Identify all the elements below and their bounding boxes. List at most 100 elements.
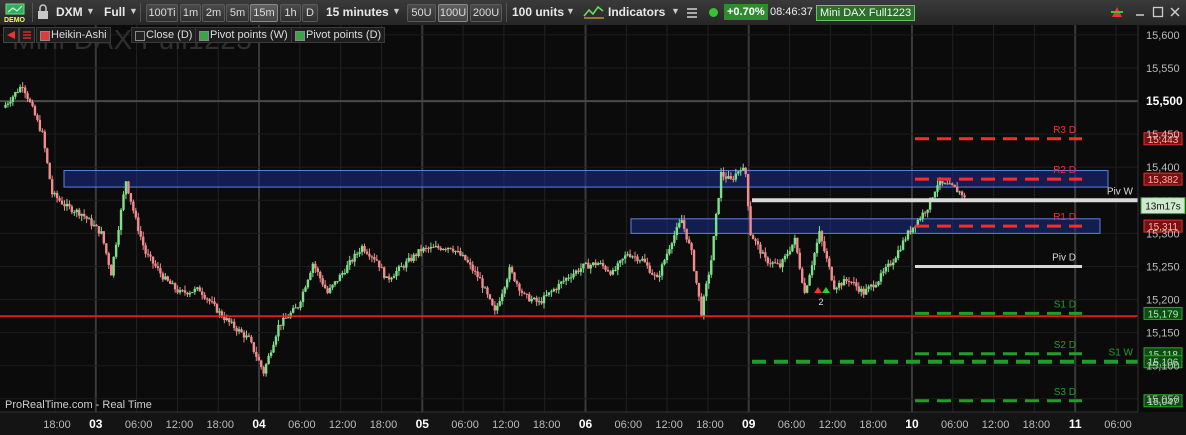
candle-body (156, 266, 160, 269)
y-tick-label: 15,150 (1146, 328, 1180, 340)
tick-button-15m[interactable]: 15m (250, 4, 278, 22)
chevron-down-icon[interactable]: ▼ (86, 6, 95, 16)
candle-body (181, 290, 184, 292)
symbol-select[interactable]: DXM (56, 3, 83, 21)
candle-body (594, 262, 597, 266)
candle-body (299, 301, 302, 308)
tick-button-100ti[interactable]: 100Ti (146, 4, 178, 22)
candle-body (628, 254, 632, 257)
unit-button-50u[interactable]: 50U (407, 4, 436, 22)
candle-body (523, 292, 526, 294)
pivot-label: R1 D (1053, 212, 1076, 223)
instrument-badge[interactable]: Mini DAX Full1223 (816, 5, 916, 21)
candle-body (515, 281, 519, 284)
candle-body (358, 252, 361, 254)
candle-body (545, 295, 548, 297)
units-select[interactable]: 100 units (512, 3, 564, 21)
candle-body (498, 301, 501, 306)
candle-body (14, 92, 17, 97)
candle-body (188, 292, 192, 295)
candle-body (294, 307, 297, 309)
legend-item[interactable]: Close (D) (131, 27, 197, 43)
x-tick-label: 18:00 (533, 419, 561, 431)
chevron-down-icon[interactable]: ▼ (671, 6, 680, 16)
candle-body (955, 186, 959, 193)
chevron-down-icon[interactable]: ▼ (129, 6, 138, 16)
settings-icon[interactable] (19, 27, 35, 43)
candle-body (269, 352, 273, 356)
tick-button-2m[interactable]: 2m (202, 4, 225, 22)
y-tick-label: 15,550 (1146, 63, 1180, 75)
chevron-down-icon[interactable]: ▼ (566, 6, 575, 16)
maximize-icon[interactable] (1151, 5, 1165, 19)
candle-body (717, 197, 720, 214)
tick-button-5m[interactable]: 5m (226, 4, 249, 22)
demo-icon[interactable]: DEMO (4, 2, 28, 24)
candle-body (65, 203, 69, 207)
unit-button-100u[interactable]: 100U (438, 4, 468, 22)
pivot-label: R2 D (1053, 165, 1076, 176)
refresh-icon[interactable] (1108, 3, 1126, 21)
tick-button-d[interactable]: D (302, 4, 318, 22)
y-tick-label: 15,600 (1146, 30, 1180, 42)
candle-body (756, 241, 760, 245)
candle-body (697, 282, 701, 297)
candle-body (877, 281, 880, 285)
candle-body (70, 206, 74, 213)
candle-body (542, 295, 546, 304)
candle-body (557, 283, 560, 290)
candle-body (606, 269, 610, 272)
price-chart[interactable]: R3 D15,443R2 D15,382Piv WR1 D15,311Piv D… (0, 25, 1186, 435)
candle-body (579, 268, 583, 272)
candle-body (132, 201, 135, 211)
unit-button-200u[interactable]: 200U (470, 4, 502, 22)
close-icon[interactable] (1168, 5, 1182, 19)
candle-body (41, 130, 44, 132)
candle-body (110, 264, 113, 276)
candle-body (82, 213, 86, 217)
candle-body (958, 191, 961, 193)
x-tick-label: 12:00 (982, 419, 1010, 431)
tick-button-1h[interactable]: 1h (280, 4, 301, 22)
candle-body (673, 235, 676, 244)
candle-body (117, 230, 120, 245)
signal-label: 2 (818, 297, 823, 307)
chevron-down-icon[interactable]: ▼ (392, 6, 401, 16)
candle-body (599, 263, 602, 265)
candle-body (75, 209, 78, 213)
timeframe-select[interactable]: 15 minutes (326, 3, 389, 21)
candle-body (604, 266, 607, 270)
legend-item[interactable]: Pivot points (D) (291, 27, 386, 43)
candle-body (830, 266, 833, 281)
candle-body (122, 194, 125, 210)
indicators-icon[interactable] (583, 4, 605, 20)
candle-body (316, 268, 319, 272)
x-tick-label: 12:00 (819, 419, 847, 431)
view-mode-select[interactable]: Full (104, 3, 125, 21)
minimize-icon[interactable] (1133, 5, 1147, 19)
pivot-label: S1 D (1054, 299, 1076, 310)
x-tick-label: 18:00 (43, 419, 71, 431)
indicators-button[interactable]: Indicators (608, 3, 665, 21)
y-tick-label: 15,050 (1146, 394, 1180, 406)
candle-body (53, 192, 56, 195)
tick-button-1m[interactable]: 1m (180, 4, 201, 22)
candle-body (230, 321, 233, 323)
legend-item[interactable]: Pivot points (W) (195, 27, 292, 43)
expand-icon[interactable] (3, 27, 19, 43)
toolbar: DEMO DXM ▼ Full ▼ 15 minutes ▼ 100 units… (0, 0, 1186, 26)
candle-body (589, 265, 592, 269)
candle-body (919, 218, 922, 221)
candle-body (783, 255, 787, 260)
candle-body (63, 204, 66, 207)
candle-body (737, 171, 740, 174)
candle-body (655, 274, 659, 278)
legend-item[interactable]: Heikin-Ashi (36, 27, 111, 43)
candle-body (901, 240, 905, 250)
candle-body (700, 296, 703, 316)
list-icon[interactable] (686, 6, 698, 18)
candle-body (282, 317, 285, 326)
lock-icon[interactable] (36, 4, 50, 20)
x-tick-label: 12:00 (655, 419, 683, 431)
separator (32, 3, 33, 22)
